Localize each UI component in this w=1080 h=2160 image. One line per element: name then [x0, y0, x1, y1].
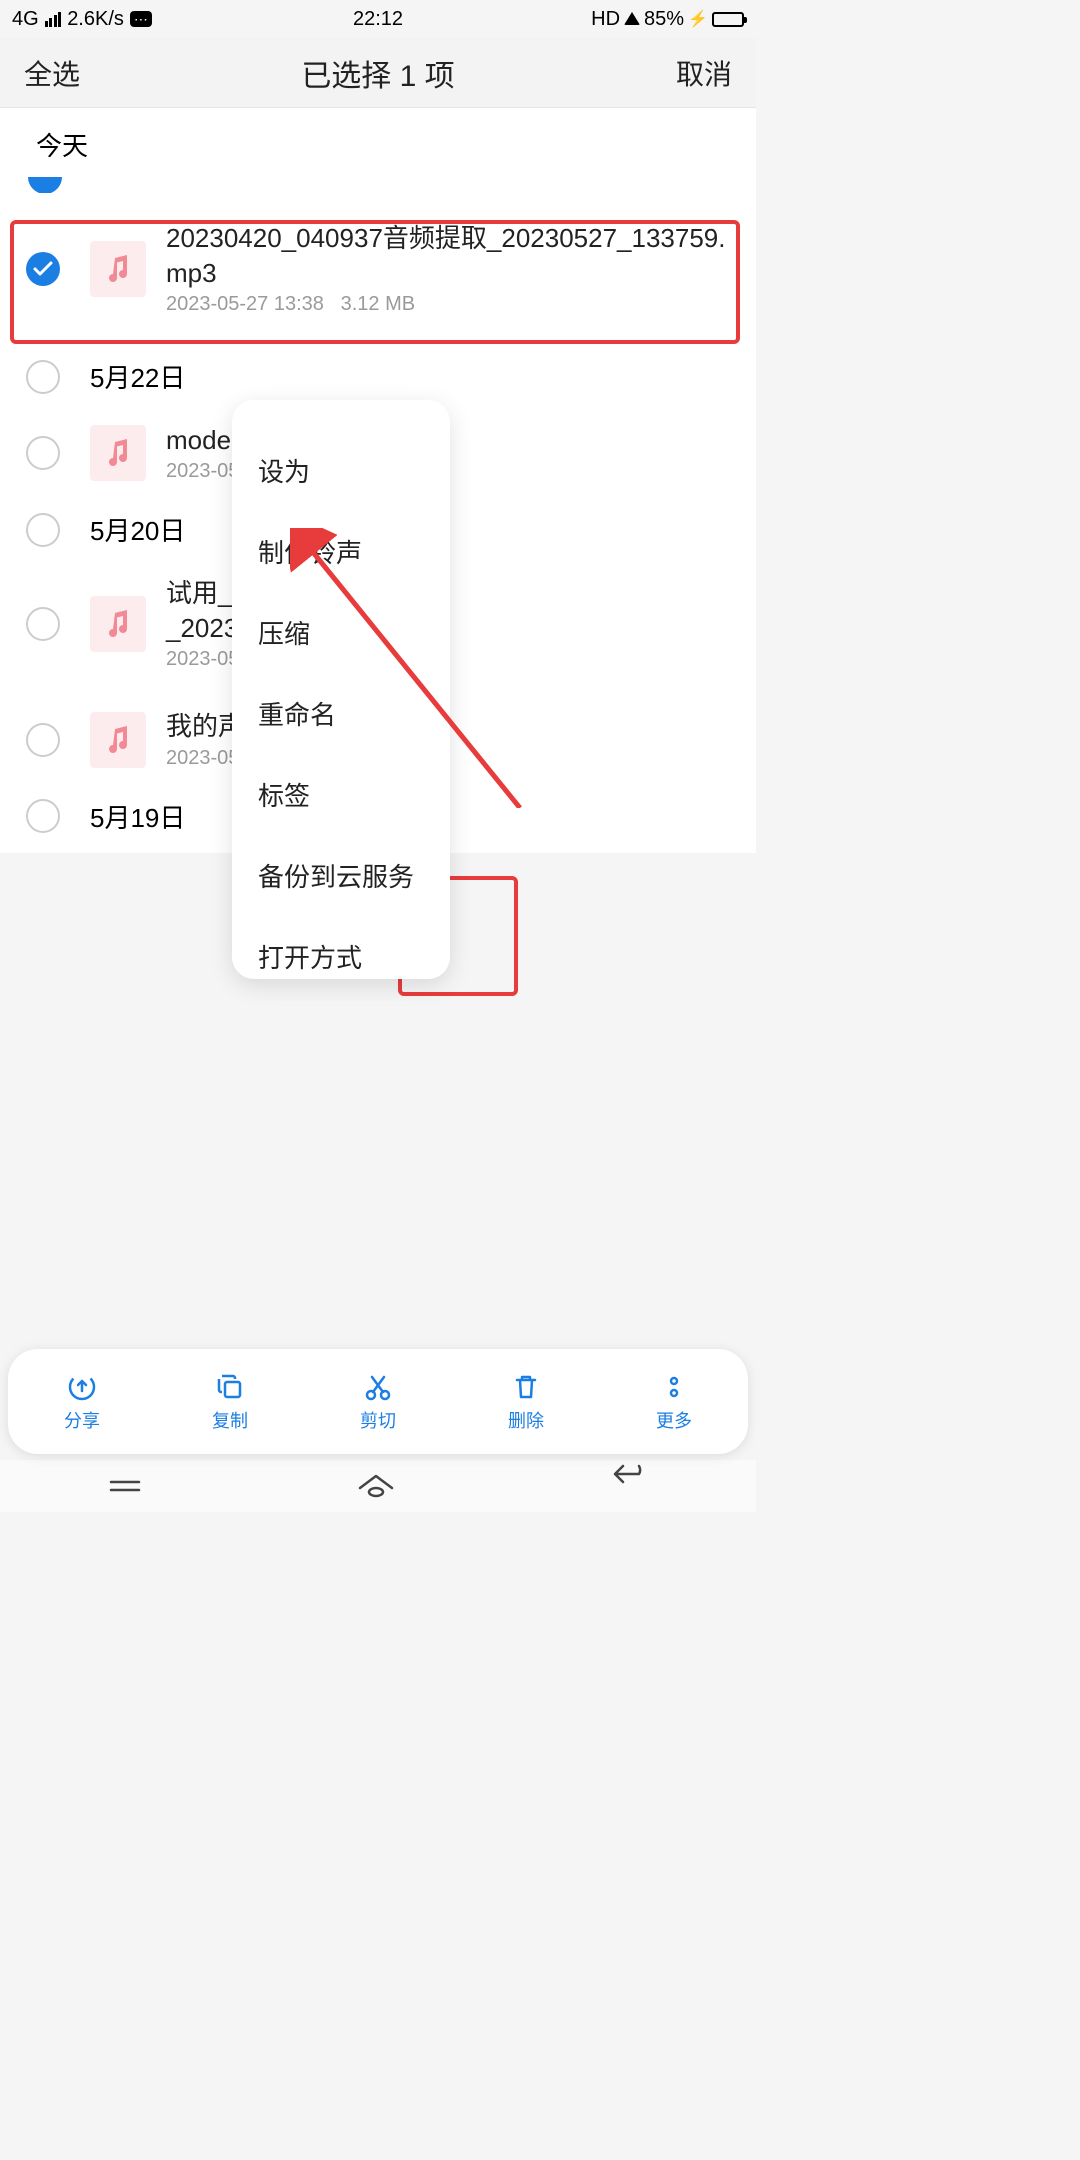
- menu-compress[interactable]: 压缩: [232, 592, 450, 673]
- action-share[interactable]: 分享: [64, 1371, 100, 1433]
- menu-backup-cloud[interactable]: 备份到云服务: [232, 835, 450, 916]
- checkbox-empty[interactable]: [26, 799, 60, 833]
- notification-icon: [130, 11, 152, 27]
- menu-rename[interactable]: 重命名: [232, 673, 450, 754]
- file-name: 20230420_040937音频提取_20230527_133759.mp3: [166, 221, 736, 291]
- music-file-icon: [90, 241, 146, 297]
- signal-icon: [45, 12, 62, 27]
- section-today-label: 今天: [0, 108, 756, 173]
- network-speed: 2.6K/s: [67, 8, 124, 31]
- wifi-icon: [624, 8, 640, 31]
- nav-home-button[interactable]: [356, 1472, 396, 1500]
- menu-make-ringtone[interactable]: 制作铃声: [232, 511, 450, 592]
- file-row-selected[interactable]: 20230420_040937音频提取_20230527_133759.mp3 …: [0, 197, 756, 340]
- checkbox-empty[interactable]: [26, 723, 60, 757]
- date-label: 5月22日: [90, 358, 185, 395]
- action-copy[interactable]: 复制: [212, 1371, 248, 1433]
- more-actions-popup: 设为 制作铃声 压缩 重命名 标签 备份到云服务 打开方式: [232, 400, 450, 979]
- date-label: 5月20日: [90, 511, 185, 548]
- battery-icon: [712, 12, 744, 27]
- checkbox-empty[interactable]: [26, 607, 60, 641]
- nav-back-button[interactable]: [609, 1462, 649, 1510]
- menu-set-as[interactable]: 设为: [232, 430, 450, 511]
- charging-icon: ⚡: [688, 9, 708, 29]
- checkbox-checked[interactable]: [26, 252, 60, 286]
- music-file-icon: [90, 425, 146, 481]
- select-all-button[interactable]: 全选: [24, 53, 80, 93]
- action-more[interactable]: 更多: [656, 1371, 692, 1433]
- action-delete-label: 删除: [508, 1407, 544, 1433]
- action-delete[interactable]: 删除: [508, 1371, 544, 1433]
- checkbox-empty[interactable]: [26, 436, 60, 470]
- menu-tags[interactable]: 标签: [232, 754, 450, 835]
- nav-recent-button[interactable]: [107, 1474, 143, 1498]
- partial-visible-checkbox[interactable]: [0, 173, 756, 193]
- network-type: 4G: [12, 8, 39, 31]
- action-copy-label: 复制: [212, 1407, 248, 1433]
- action-cut[interactable]: 剪切: [360, 1371, 396, 1433]
- action-cut-label: 剪切: [360, 1407, 396, 1433]
- cancel-button[interactable]: 取消: [676, 53, 732, 93]
- bottom-action-bar: 分享 复制 剪切 删除 更多: [8, 1349, 748, 1454]
- action-more-label: 更多: [656, 1407, 692, 1433]
- checkbox-empty[interactable]: [26, 360, 60, 394]
- selection-title: 已选择 1 项: [301, 51, 454, 95]
- battery-percent: 85%: [644, 8, 684, 31]
- music-file-icon: [90, 712, 146, 768]
- action-share-label: 分享: [64, 1407, 100, 1433]
- file-meta: 2023-05-27 13:38 3.12 MB: [166, 293, 736, 316]
- checkbox-empty[interactable]: [26, 513, 60, 547]
- hd-indicator: HD: [591, 8, 620, 31]
- system-nav-bar: [0, 1460, 756, 1512]
- menu-open-with[interactable]: 打开方式: [232, 916, 450, 975]
- music-file-icon: [90, 596, 146, 652]
- clock: 22:12: [353, 8, 403, 31]
- selection-header: 全选 已选择 1 项 取消: [0, 38, 756, 108]
- date-label: 5月19日: [90, 798, 185, 835]
- status-bar: 4G 2.6K/s 22:12 HD 85% ⚡: [0, 0, 756, 38]
